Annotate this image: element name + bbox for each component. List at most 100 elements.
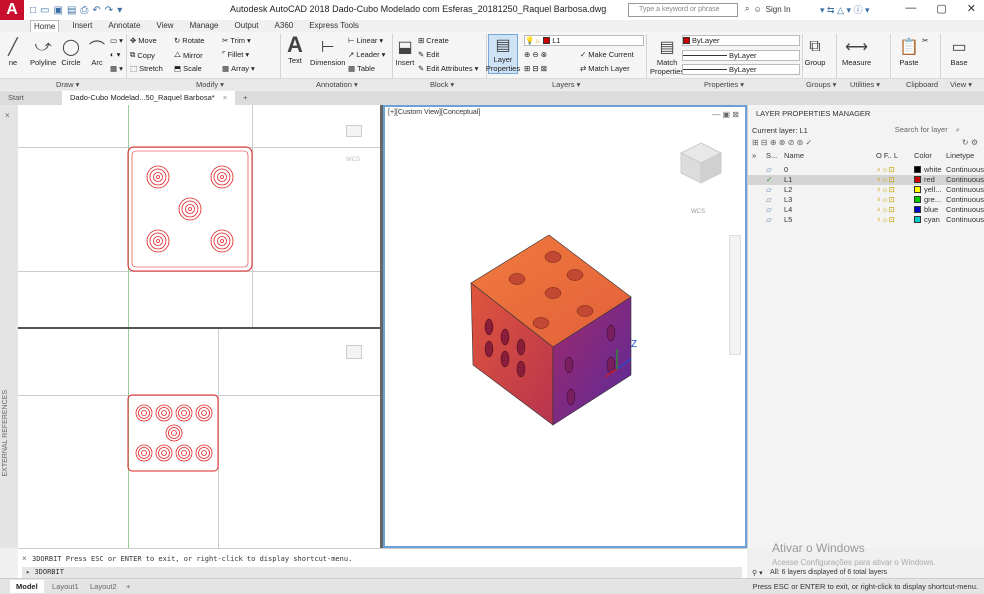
- tab-express-tools[interactable]: Express Tools: [306, 20, 362, 32]
- measure-button[interactable]: ⟷ Measure: [842, 36, 871, 67]
- layer-row[interactable]: ▱ 0 ♀☼⊡ white Continuous: [748, 165, 984, 175]
- layer-icon[interactable]: ▱: [766, 185, 772, 194]
- layer-row[interactable]: ▱ L4 ♀☼⊡ blue Continuous: [748, 205, 984, 215]
- cut-icon[interactable]: ✂: [922, 36, 928, 45]
- palette-close-icon[interactable]: ×: [5, 111, 10, 120]
- sign-in-button[interactable]: ⌕ ☺ Sign In: [745, 4, 791, 14]
- stretch-button[interactable]: ⬚ Stretch: [130, 64, 163, 73]
- make-current-button[interactable]: ✓ Make Current: [580, 50, 634, 59]
- panel-utilities[interactable]: Utilities ▾: [850, 80, 880, 89]
- copy-button[interactable]: ⧉ Copy: [130, 50, 155, 60]
- redo-icon[interactable]: ↷: [105, 5, 113, 16]
- layer-state-icons[interactable]: ♀☼⊡: [876, 195, 895, 204]
- close-tab-icon[interactable]: ×: [223, 93, 227, 102]
- command-input[interactable]: ▸ 3DORBIT: [22, 567, 742, 578]
- search-input[interactable]: Type a keyword or phrase: [628, 3, 738, 17]
- tab-start[interactable]: Start: [0, 91, 62, 105]
- layer-state-icons[interactable]: ♀☼⊡: [876, 205, 895, 214]
- text-button[interactable]: A Text: [284, 32, 306, 65]
- layer-color-swatch[interactable]: [914, 206, 921, 213]
- tab-drawing[interactable]: Dado-Cubo Modelad...50_Raquel Barbosa* ×: [62, 91, 236, 105]
- layer-toolbar[interactable]: ⊞ ⊟ ⊕ ⊗ ⊘ ⊛ ✓: [752, 138, 812, 147]
- panel-view[interactable]: View ▾: [950, 80, 972, 89]
- save-icon[interactable]: ▣: [54, 5, 63, 16]
- edit-block-button[interactable]: ✎ Edit: [418, 50, 439, 59]
- layer-search-input[interactable]: Search for layer ⌕: [895, 125, 960, 135]
- external-references-palette[interactable]: × EXTERNAL REFERENCES: [0, 105, 18, 548]
- layer-color-swatch[interactable]: [914, 176, 921, 183]
- group-button[interactable]: ⧉ Group: [804, 36, 826, 67]
- tab-layout2[interactable]: Layout2: [84, 580, 123, 593]
- trim-button[interactable]: ✂ Trim ▾: [222, 36, 251, 45]
- panel-block[interactable]: Block ▾: [430, 80, 454, 89]
- collapse-icon[interactable]: »: [752, 151, 756, 160]
- layer-dropdown[interactable]: 💡☼ L1: [524, 35, 644, 46]
- layer-state-icons[interactable]: ♀☼⊡: [876, 165, 895, 174]
- hatch-icon[interactable]: ▦ ▾: [110, 64, 123, 73]
- layer-color-swatch[interactable]: [914, 196, 921, 203]
- layer-properties-button[interactable]: ▤ Layer Properties: [486, 34, 520, 74]
- filter-icon[interactable]: ⚲ ▾: [752, 569, 763, 577]
- circle-button[interactable]: ◯ Circle: [60, 36, 82, 67]
- panel-properties[interactable]: Properties ▾: [704, 80, 744, 89]
- fillet-button[interactable]: ⌜ Fillet ▾: [222, 50, 249, 59]
- tab-insert[interactable]: Insert: [69, 20, 95, 32]
- tab-annotate[interactable]: Annotate: [105, 20, 143, 32]
- panel-layers[interactable]: Layers ▾: [552, 80, 580, 89]
- refresh-settings-icons[interactable]: ↻ ⚙: [962, 138, 978, 147]
- layer-tools-2-icons[interactable]: ⊞ ⊟ ⊠: [524, 64, 547, 73]
- leader-button[interactable]: ↗ Leader ▾: [348, 50, 385, 59]
- layer-row[interactable]: ✓ L1 ♀☼⊡ red Continuous: [748, 175, 984, 185]
- panel-draw[interactable]: Draw ▾: [56, 80, 79, 89]
- undo-icon[interactable]: ↶: [92, 5, 100, 16]
- layer-state-icons[interactable]: ♀☼⊡: [876, 185, 895, 194]
- viewport-main-3d[interactable]: [+][Custom View][Conceptual] — ▣ ⊠ WCS Z: [383, 105, 747, 548]
- new-tab-button[interactable]: +: [235, 91, 255, 105]
- maximize-icon[interactable]: ▢: [936, 2, 946, 15]
- viewport-top[interactable]: WCS: [18, 105, 380, 327]
- tab-home[interactable]: Home: [30, 20, 60, 32]
- tab-model[interactable]: Model: [10, 580, 44, 593]
- layer-color-swatch[interactable]: [914, 216, 921, 223]
- minimize-icon[interactable]: —: [905, 2, 916, 15]
- tab-view[interactable]: View: [153, 20, 176, 32]
- match-layer-button[interactable]: ⇄ Match Layer: [580, 64, 630, 73]
- layer-state-icons[interactable]: ♀☼⊡: [876, 175, 895, 184]
- layer-row[interactable]: ▱ L2 ♀☼⊡ yell... Continuous: [748, 185, 984, 195]
- array-button[interactable]: ▦ Array ▾: [222, 64, 255, 73]
- tab-layout1[interactable]: Layout1: [46, 580, 85, 593]
- plot-icon[interactable]: ⎙: [80, 5, 88, 16]
- lineweight-dropdown[interactable]: ByLayer: [682, 50, 800, 61]
- dimension-button[interactable]: ⊢ Dimension: [310, 36, 345, 67]
- open-file-icon[interactable]: ▭: [40, 5, 49, 16]
- add-layout-button[interactable]: +: [120, 580, 136, 593]
- linetype-dropdown[interactable]: ByLayer: [682, 64, 800, 75]
- current-layer-check-icon[interactable]: ✓: [766, 175, 772, 184]
- layer-icon[interactable]: ▱: [766, 195, 772, 204]
- viewport-front[interactable]: [18, 329, 380, 548]
- create-block-button[interactable]: ⊞ Create: [418, 36, 449, 45]
- new-file-icon[interactable]: □: [30, 5, 36, 16]
- insert-button[interactable]: ⬓ Insert: [394, 36, 416, 67]
- layer-icon[interactable]: ▱: [766, 205, 772, 214]
- scale-button[interactable]: ⬒ Scale: [174, 64, 202, 73]
- paste-button[interactable]: 📋 Paste: [898, 36, 920, 67]
- layer-color-swatch[interactable]: [914, 186, 921, 193]
- line-button[interactable]: ╱ ne: [2, 36, 24, 67]
- save-as-icon[interactable]: ▤: [67, 5, 76, 16]
- table-button[interactable]: ▦ Table: [348, 64, 375, 73]
- close-icon[interactable]: ✕: [967, 2, 976, 15]
- polyline-button[interactable]: ⤻ Polyline: [30, 36, 56, 67]
- layer-row[interactable]: ▱ L5 ♀☼⊡ cyan Continuous: [748, 215, 984, 225]
- panel-annotation[interactable]: Annotation ▾: [316, 80, 358, 89]
- panel-groups[interactable]: Groups ▾: [806, 80, 836, 89]
- arc-button[interactable]: ⌒ Arc: [86, 36, 108, 67]
- rotate-button[interactable]: ↻ Rotate: [174, 36, 204, 45]
- panel-modify[interactable]: Modify ▾: [196, 80, 224, 89]
- ellipse-icon[interactable]: ◐ ▾: [110, 50, 120, 59]
- panel-clipboard[interactable]: Clipboard: [906, 80, 938, 89]
- layer-icon[interactable]: ▱: [766, 215, 772, 224]
- help-icons[interactable]: ▾ ⇆ △ ▾ ⓘ ▾: [820, 3, 870, 16]
- base-button[interactable]: ▭ Base: [948, 36, 970, 67]
- rectangle-icon[interactable]: ▭ ▾: [110, 36, 123, 45]
